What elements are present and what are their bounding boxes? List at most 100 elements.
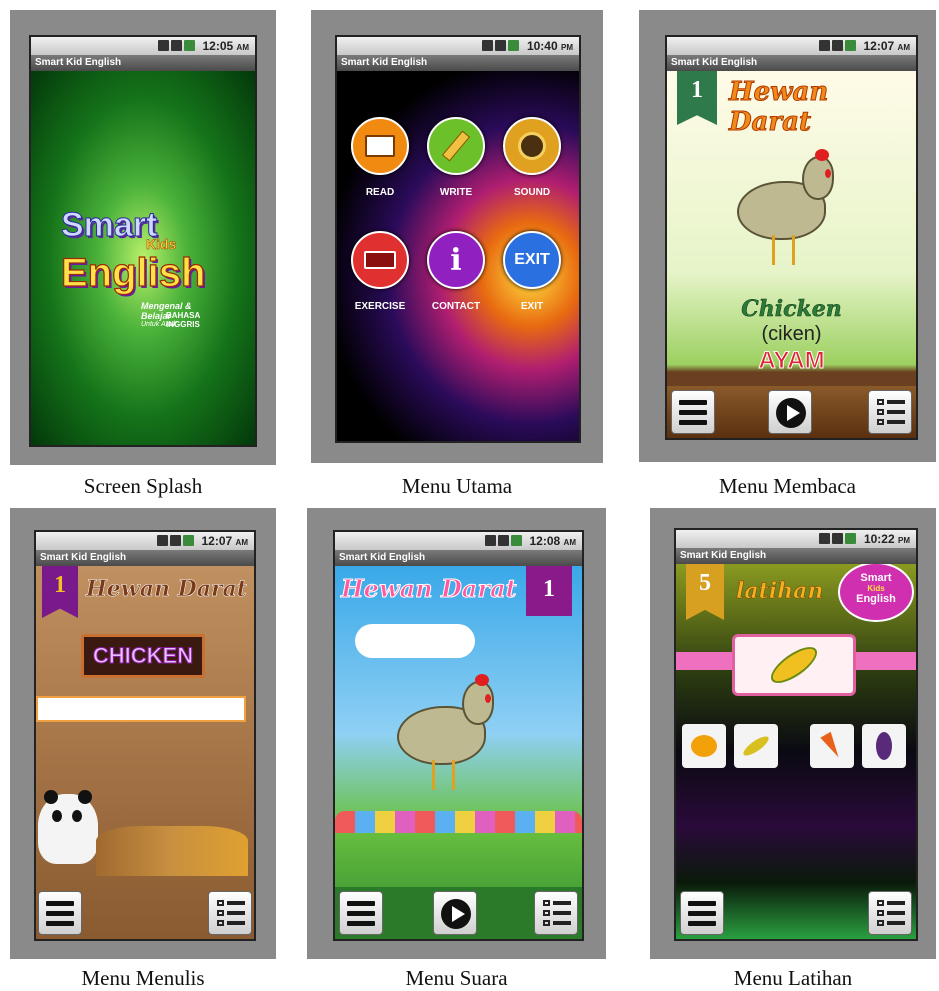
clock-time: 12:05 [202,39,234,53]
chicken-image [737,149,847,271]
pumpkin-icon [691,735,717,757]
write-label: WRITE [439,187,473,198]
panda-image [38,790,98,864]
eggplant-icon [876,732,892,760]
network-3g-icon [157,535,168,546]
bottom-toolbar [36,887,254,939]
book-icon [351,117,409,175]
answer-option-1[interactable] [682,724,726,768]
status-icons [482,40,519,51]
bottom-toolbar [335,887,582,939]
app-title-bar: Smart Kid English [36,550,254,566]
menu-button[interactable] [38,891,82,935]
answer-option-4[interactable] [862,724,906,768]
app-title-bar: Smart Kid English [667,55,916,71]
splash-screen[interactable]: Smart Kids English Mengenal & Belajar BA… [31,71,255,445]
phone-screen: 10:40 PM Smart Kid English READ WRITE SO [335,35,581,443]
clock-ampm: PM [561,43,573,52]
screenshot-frame-exercise: 10:22 PM Smart Kid English 5 latihan Sma… [650,508,936,959]
contact-button[interactable]: i CONTACT [421,231,491,312]
battery-icon [511,535,522,546]
signal-icon [498,535,509,546]
carrot-icon [820,731,844,761]
category-title: Hewan Darat [341,574,518,604]
clock: 10:40 PM [527,39,573,53]
corn-icon [765,640,823,690]
clock: 12:05 AM [203,39,250,53]
answer-option-3[interactable] [810,724,854,768]
info-glyph: i [450,242,462,278]
lesson-number-ribbon: 1 [677,71,717,125]
play-button[interactable] [768,390,812,434]
lesson-number-ribbon: 5 [686,564,724,620]
answer-option-2[interactable] [734,724,778,768]
play-button[interactable] [433,891,477,935]
list-button[interactable] [208,891,252,935]
app-title-bar: Smart Kid English [335,550,582,566]
clock-ampm: AM [563,538,576,547]
read-button[interactable]: READ [345,117,415,198]
clock-ampm: AM [236,43,249,52]
screenshot-frame-write: 12:07 AM Smart Kid English 1 Hewan Darat… [10,508,276,959]
battery-icon [845,40,856,51]
logo-word-english: English [60,250,206,295]
phone-screen: 12:07 AM Smart Kid English 1 Hewan Darat… [665,35,918,440]
clock-ampm: PM [898,536,910,545]
eggs-image [335,811,582,833]
network-3g-icon [819,533,830,544]
status-icons [485,535,522,546]
status-icons [157,535,194,546]
list-button[interactable] [534,891,578,935]
chicken-image [397,674,507,796]
contact-label: CONTACT [431,301,481,312]
caption-read: Menu Membaca [718,474,857,498]
list-button[interactable] [868,390,912,434]
speaker-icon [503,117,561,175]
read-screen: 1 Hewan Darat Chicken (ciken) AYAM [667,71,916,438]
english-word: Chicken [741,296,842,323]
lesson-number: 1 [543,576,555,602]
menu-button[interactable] [680,891,724,935]
app-title-bar: Smart Kid English [31,55,255,71]
clock-time: 12:07 [201,534,233,548]
battery-icon [845,533,856,544]
answer-input[interactable] [36,696,246,722]
logo-word-kids: Kids [146,236,177,253]
exit-button[interactable]: EXIT EXIT [497,231,567,312]
clock: 12:07 AM [202,534,249,548]
write-screen: 1 Hewan Darat CHICKEN [36,566,254,939]
category-title: Hewan Darat [729,77,829,138]
status-bar: 10:22 PM [676,530,916,548]
logo-word-smart: Smart [61,206,158,245]
sound-screen: Hewan Darat 1 [335,566,582,939]
main-menu: READ WRITE SOUND EXERCISE i CONTACT EXIT… [337,71,579,441]
signal-icon [170,535,181,546]
write-button[interactable]: WRITE [421,117,491,198]
signal-icon [832,40,843,51]
menu-button[interactable] [671,390,715,434]
book-stack-icon [351,231,409,289]
menu-button[interactable] [339,891,383,935]
phone-screen: 12:08 AM Smart Kid English Hewan Darat 1 [333,530,584,941]
signal-icon [832,533,843,544]
logo-word-kids: Kids [867,584,885,593]
category-title: latihan [736,578,824,605]
logo-word-smart: Smart [860,572,892,584]
category-title: Hewan Darat [86,576,247,603]
question-card [732,634,856,696]
exercise-label: EXERCISE [354,301,406,312]
exercise-button[interactable]: EXERCISE [345,231,415,312]
screenshot-frame-splash: 12:05 AM Smart Kid English Smart Kids En… [10,10,276,465]
sound-button[interactable]: SOUND [497,117,567,198]
status-icons [819,40,856,51]
app-title-bar: Smart Kid English [337,55,579,71]
app-logo: Smart Kids English [838,564,914,622]
phone-screen: 12:05 AM Smart Kid English Smart Kids En… [29,35,257,447]
caption-exercise: Menu Latihan [733,966,853,990]
lesson-number: 5 [699,570,711,596]
bottom-toolbar [676,887,916,939]
clock-time: 10:22 [863,532,895,546]
network-3g-icon [819,40,830,51]
logo-word-english: English [856,593,896,605]
list-button[interactable] [868,891,912,935]
